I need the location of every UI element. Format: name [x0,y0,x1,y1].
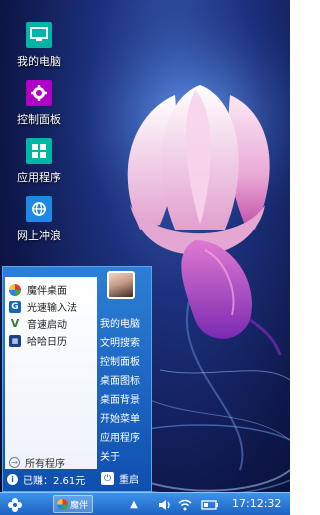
all-programs-label: 所有程序 [25,458,65,470]
pinwheel-icon [57,498,68,510]
restart-label: 重启 [119,475,139,486]
link-my-computer[interactable]: 我的电脑 [100,315,140,330]
link-applications[interactable]: 应用程序 [100,429,140,444]
earnings-label: 已赚：2.61元 [23,476,86,487]
taskbar: 魔伴 ▲ 17:12:32 [0,492,290,515]
arrow-right-icon: → [9,456,20,468]
desktop-icon-web-surfing[interactable]: 网上冲浪 [8,196,70,243]
link-search[interactable]: 文明搜索 [100,334,140,349]
link-about[interactable]: 关于 [100,448,120,463]
program-item-sonic-launcher[interactable]: V 音速启动 [9,315,67,332]
wifi-icon[interactable] [177,496,193,513]
avatar[interactable] [107,271,135,299]
volume-icon[interactable] [157,496,173,513]
desktop-icon-label: 我的电脑 [17,55,61,68]
earnings-display: i 已赚：2.61元 [7,472,85,487]
clock[interactable]: 17:12:32 [232,497,281,510]
start-flower-icon [8,497,22,512]
input-method-icon: G [9,300,21,313]
grid-icon [26,138,52,164]
link-control-panel[interactable]: 控制面板 [100,353,140,368]
start-menu-links-pane: 我的电脑 文明搜索 控制面板 桌面图标 桌面背景 开始菜单 应用程序 关于 [99,267,151,469]
program-item-moban-desktop[interactable]: 魔伴桌面 [9,281,67,298]
program-item-input-method[interactable]: G 光速输入法 [9,298,77,315]
start-menu-programs-pane: 魔伴桌面 G 光速输入法 V 音速启动 ▦ 哈哈日历 → 所有程序 [5,277,97,470]
desktop-icon-label: 控制面板 [17,113,61,126]
program-label: 光速输入法 [27,303,77,314]
program-label: 魔伴桌面 [27,286,67,297]
monitor-icon [26,22,52,48]
taskbar-item-moban[interactable]: 魔伴 [53,495,93,513]
desktop-icon-control-panel[interactable]: 控制面板 [8,80,70,127]
taskbar-item-label: 魔伴 [70,500,89,511]
desktop-icon-my-computer[interactable]: 我的电脑 [8,22,70,69]
start-button[interactable] [6,496,24,513]
v-launcher-icon: V [10,317,20,330]
gear-icon [26,80,52,106]
all-programs-button[interactable]: → 所有程序 [9,455,65,470]
start-menu-footer: i 已赚：2.61元 ⏻ 重启 [3,469,151,491]
program-label: 哈哈日历 [27,337,67,348]
info-icon: i [7,474,18,485]
calendar-icon: ▦ [9,334,21,347]
globe-icon [26,196,52,222]
battery-icon[interactable] [200,496,220,513]
link-start-menu[interactable]: 开始菜单 [100,410,140,425]
desktop-icon-label: 应用程序 [17,171,61,184]
pinwheel-icon [9,283,21,296]
program-label: 音速启动 [27,320,67,331]
restart-button[interactable]: ⏻ 重启 [101,471,139,486]
show-hidden-icons-button[interactable]: ▲ [128,496,140,513]
program-item-haha-calendar[interactable]: ▦ 哈哈日历 [9,332,67,349]
desktop-icon-applications[interactable]: 应用程序 [8,138,70,185]
desktop-icon-label: 网上冲浪 [17,229,61,242]
start-menu: 魔伴桌面 G 光速输入法 V 音速启动 ▦ 哈哈日历 → 所有程序 我的电脑 文… [2,266,152,492]
power-icon: ⏻ [101,472,114,485]
link-desktop-background[interactable]: 桌面背景 [100,391,140,406]
link-desktop-icons[interactable]: 桌面图标 [100,372,140,387]
